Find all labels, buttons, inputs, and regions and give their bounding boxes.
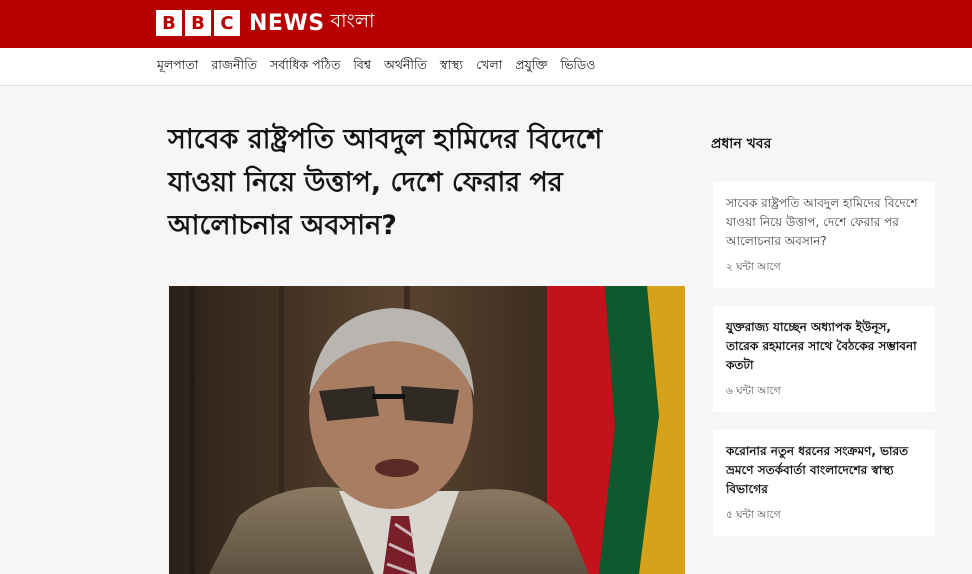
bbc-news-bangla-logo[interactable]: B B C NEWS বাংলা: [156, 9, 375, 37]
top-story-card[interactable]: করোনার নতুন ধরনের সংক্রমণ, ভারত ভ্রমণে স…: [713, 430, 935, 536]
article-hero-image[interactable]: [169, 286, 685, 574]
hero-photo-illustration: [169, 286, 685, 574]
main-navigation: মূলপাতা রাজনীতি সর্বাধিক পঠিত বিশ্ব অর্থ…: [0, 48, 972, 86]
logo-news-text: NEWS: [249, 10, 325, 36]
logo-language-text: বাংলা: [330, 10, 375, 32]
top-story-title[interactable]: করোনার নতুন ধরনের সংক্রমণ, ভারত ভ্রমণে স…: [726, 442, 923, 499]
nav-item-politics[interactable]: রাজনীতি: [211, 57, 257, 77]
top-bar: B B C NEWS বাংলা: [0, 0, 972, 48]
article-headline: সাবেক রাষ্ট্রপতি আবদুল হামিদের বিদেশে যা…: [168, 124, 603, 241]
top-stories-heading: প্রধান খবর: [711, 136, 772, 152]
nav-item-technology[interactable]: প্রযুক্তি: [515, 57, 547, 77]
nav-list: মূলপাতা রাজনীতি সর্বাধিক পঠিত বিশ্ব অর্থ…: [157, 48, 608, 86]
nav-item-sports[interactable]: খেলা: [476, 57, 502, 77]
top-story-title[interactable]: সাবেক রাষ্ট্রপতি আবদুল হামিদের বিদেশে যা…: [726, 194, 923, 251]
top-story-card[interactable]: যুক্তরাজ্য যাচ্ছেন অধ্যাপক ইউনূস, তারেক …: [713, 306, 935, 412]
logo-letter-b2: B: [185, 10, 211, 36]
nav-item-video[interactable]: ভিডিও: [561, 57, 596, 77]
nav-item-most-read[interactable]: সর্বাধিক পঠিত: [270, 57, 340, 77]
logo-letter-b1: B: [156, 10, 182, 36]
top-story-title[interactable]: যুক্তরাজ্য যাচ্ছেন অধ্যাপক ইউনূস, তারেক …: [726, 318, 923, 375]
top-story-time: ২ ঘন্টা আগে: [726, 261, 781, 273]
top-story-time: ৬ ঘন্টা আগে: [726, 385, 781, 397]
nav-item-home[interactable]: মূলপাতা: [157, 57, 198, 77]
logo-letter-c: C: [214, 10, 240, 36]
nav-item-economy[interactable]: অর্থনীতি: [384, 57, 427, 77]
nav-item-health[interactable]: স্বাস্থ্য: [440, 57, 463, 77]
top-story-time: ৫ ঘন্টা আগে: [726, 509, 781, 521]
nav-item-world[interactable]: বিশ্ব: [353, 57, 371, 77]
top-story-card[interactable]: সাবেক রাষ্ট্রপতি আবদুল হামিদের বিদেশে যা…: [713, 182, 935, 288]
